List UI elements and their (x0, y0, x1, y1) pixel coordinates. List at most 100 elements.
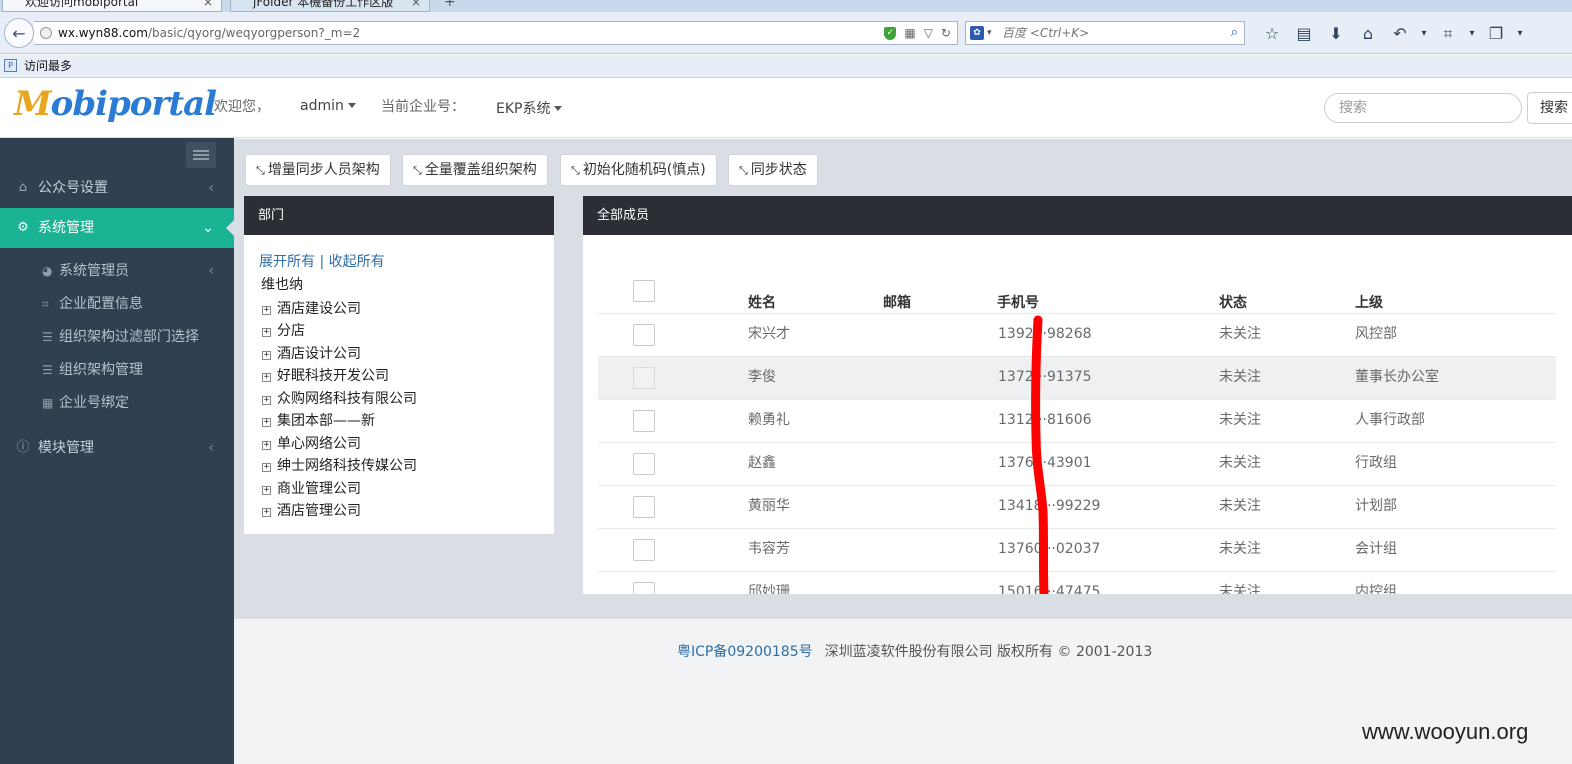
bookmark-most-visited[interactable]: 访问最多 (24, 55, 72, 77)
browser-tab[interactable]: jFolder 本機备份工作区版 × (230, 0, 430, 12)
tree-node[interactable]: + 绅士网络科技传媒公司 (262, 455, 417, 475)
expand-plus-icon[interactable]: + (262, 508, 271, 517)
window-icon[interactable]: ❐ (1480, 24, 1512, 44)
tree-node-label: 商业管理公司 (277, 481, 361, 497)
expand-all-link[interactable]: 展开所有 (259, 254, 315, 270)
user-dropdown[interactable]: admin (300, 98, 356, 114)
tree-node[interactable]: + 好眠科技开发公司 (262, 365, 389, 385)
sidebar-subitem-org-management[interactable]: ☰ 组织架构管理 (0, 354, 234, 387)
sidebar-item-system-management[interactable]: ⚙ 系统管理 ⌄ (0, 208, 234, 248)
tree-node[interactable]: + 商业管理公司 (262, 478, 361, 498)
tree-node[interactable]: + 酒店建设公司 (262, 298, 361, 318)
expand-plus-icon[interactable]: + (262, 486, 271, 495)
tree-node[interactable]: + 酒店管理公司 (262, 500, 361, 520)
tree-node[interactable]: + 分店 (262, 320, 305, 340)
dropdown-arrow-icon[interactable]: ▽ (924, 22, 933, 44)
select-all-checkbox[interactable] (633, 280, 655, 302)
tree-node[interactable]: + 众购网络科技有限公司 (262, 388, 417, 408)
search-icon[interactable]: ⌕ (1231, 22, 1238, 44)
copyright-text: 深圳蓝凌软件股份有限公司 版权所有 © 2001-2013 (824, 644, 1153, 660)
row-checkbox[interactable] (633, 539, 655, 561)
caret-down-icon (554, 106, 563, 111)
table-row[interactable]: 李俊 1372···91375 未关注 董事长办公室 (598, 356, 1556, 399)
undo-icon[interactable]: ↶ (1384, 24, 1416, 44)
column-header-name[interactable]: 姓名 (748, 292, 776, 312)
close-tab-icon[interactable]: × (203, 0, 213, 11)
browser-tab-active[interactable]: 欢迎访问mobiportal × (2, 0, 222, 12)
chevron-down-icon[interactable]: ▾ (1464, 24, 1480, 44)
download-icon[interactable]: ⬇ (1320, 24, 1352, 44)
sidebar-subitem-label: 组织架构过滤部门选择 (59, 329, 199, 345)
tab-title: jFolder 本機备份工作区版 (253, 0, 394, 9)
expand-plus-icon[interactable]: + (262, 351, 271, 360)
mobiportal-logo[interactable]: Mobiportal (14, 84, 217, 124)
expand-plus-icon[interactable]: + (262, 441, 271, 450)
incremental-sync-button[interactable]: ⤡ 增量同步人员架构 (245, 154, 391, 186)
reload-icon[interactable]: ↻ (941, 22, 951, 44)
home-icon: ⌂ (18, 180, 28, 195)
reading-list-icon[interactable]: ▤ (1288, 24, 1320, 44)
tree-node[interactable]: + 集团本部——新 (262, 410, 375, 430)
table-row[interactable]: 赖勇礼 1312···81606 未关注 人事行政部 (598, 399, 1556, 442)
full-overwrite-button[interactable]: ⤡ 全量覆盖组织架构 (402, 154, 548, 186)
cell-name: 韦容芳 (748, 541, 790, 557)
sidebar-subitem-corp-config[interactable]: ⌗ 企业配置信息 (0, 288, 234, 321)
row-checkbox[interactable] (633, 367, 655, 389)
column-header-parent[interactable]: 上级 (1355, 292, 1383, 312)
expand-plus-icon[interactable]: + (262, 373, 271, 382)
row-checkbox[interactable] (633, 496, 655, 518)
sidebar-item-account-settings[interactable]: ⌂ 公众号设置 ‹ (0, 168, 234, 208)
table-row[interactable]: 赵鑫 1376···43901 未关注 行政组 (598, 442, 1556, 485)
column-header-email[interactable]: 邮箱 (883, 292, 911, 312)
expand-plus-icon[interactable]: + (262, 418, 271, 427)
crop-icon[interactable]: ⌗ (1432, 24, 1464, 44)
icp-link[interactable]: 粤ICP备09200185号 (677, 644, 813, 660)
table-row[interactable]: 宋兴才 1392···98268 未关注 风控部 (598, 313, 1556, 356)
sidebar-item-module-management[interactable]: ⓘ 模块管理 ‹ (0, 428, 234, 468)
corp-dropdown[interactable]: EKP系统 (496, 98, 563, 118)
tree-root[interactable]: 维也纳 (261, 274, 303, 294)
header-search-input[interactable]: 搜索 (1324, 93, 1522, 123)
collapse-all-link[interactable]: 收起所有 (329, 254, 385, 270)
table-row[interactable]: 黄丽华 13418···99229 未关注 计划部 (598, 485, 1556, 528)
column-header-phone[interactable]: 手机号 (997, 292, 1039, 312)
button-label: 增量同步人员架构 (267, 162, 380, 178)
cell-parent: 内控组 (1355, 584, 1397, 594)
engine-dropdown-icon[interactable]: ▾ (987, 22, 992, 44)
star-icon[interactable]: ☆ (1256, 24, 1288, 44)
chevron-down-icon[interactable]: ▾ (1416, 24, 1432, 44)
expand-plus-icon[interactable]: + (262, 306, 271, 315)
shield-icon[interactable]: ✓ (884, 26, 897, 40)
cell-status: 未关注 (1219, 584, 1261, 594)
expand-plus-icon[interactable]: + (262, 396, 271, 405)
sync-status-button[interactable]: ⤡ 同步状态 (728, 154, 818, 186)
column-header-status[interactable]: 状态 (1219, 292, 1247, 312)
menu-toggle-icon[interactable] (186, 142, 216, 168)
tree-node[interactable]: + 单心网络公司 (262, 433, 361, 453)
close-tab-icon[interactable]: × (411, 0, 421, 11)
header-search-button[interactable]: 搜索 (1527, 92, 1572, 124)
table-row[interactable]: 邱妙珊 15016···47475 未关注 内控组 (598, 571, 1556, 594)
tree-node-label: 分店 (277, 323, 305, 339)
sidebar-subitem-corp-binding[interactable]: ▦ 企业号绑定 (0, 387, 234, 420)
expand-plus-icon[interactable]: + (262, 328, 271, 337)
row-checkbox[interactable] (633, 410, 655, 432)
cell-name: 赵鑫 (748, 455, 776, 471)
browser-search-input[interactable]: ✿ ▾ 百度 <Ctrl+K> ⌕ (965, 21, 1245, 45)
address-bar[interactable]: wx.wyn88.com/basic/qyorg/weqyorgperson?_… (34, 21, 958, 45)
sidebar-subitem-org-filter[interactable]: ☰ 组织架构过滤部门选择 (0, 321, 234, 354)
table-row[interactable]: 韦容芳 13760···02037 未关注 会计组 (598, 528, 1556, 571)
chevron-down-icon[interactable]: ▾ (1512, 24, 1528, 44)
new-tab-button[interactable]: + (444, 0, 456, 10)
row-checkbox[interactable] (633, 582, 655, 594)
qr-code-icon[interactable]: ▦ (904, 22, 915, 44)
sidebar-subitem-admins[interactable]: ◕ 系统管理员 ‹ (0, 255, 234, 288)
expand-plus-icon[interactable]: + (262, 463, 271, 472)
tree-node[interactable]: + 酒店设计公司 (262, 343, 361, 363)
home-icon[interactable]: ⌂ (1352, 24, 1384, 44)
row-checkbox[interactable] (633, 324, 655, 346)
row-checkbox[interactable] (633, 453, 655, 475)
init-random-code-button[interactable]: ⤡ 初始化随机码(慎点) (560, 154, 717, 186)
back-arrow-icon[interactable]: ← (4, 18, 34, 48)
baidu-paw-icon[interactable]: ✿ (970, 26, 984, 40)
